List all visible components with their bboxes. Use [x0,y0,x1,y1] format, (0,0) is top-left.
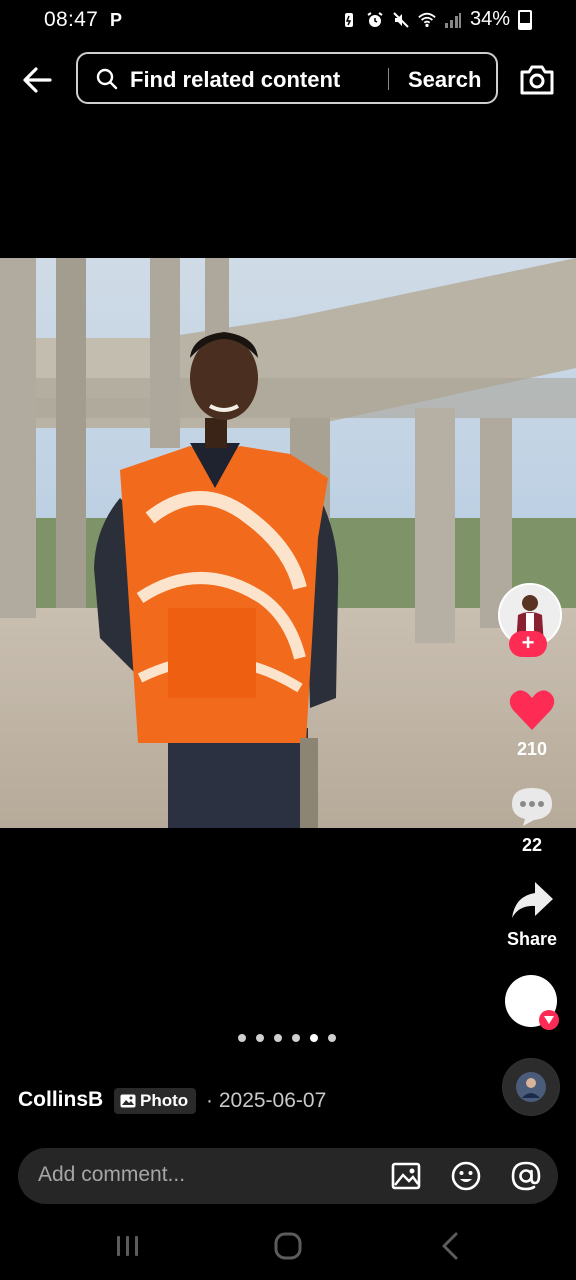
photo-icon [120,1094,136,1108]
mute-icon [393,11,409,28]
status-icons: 34% [340,8,532,31]
system-nav-bar [0,1212,576,1280]
post-photo[interactable] [0,258,576,828]
emoji-icon[interactable] [450,1160,482,1192]
date-value: 2025-06-07 [218,1089,327,1112]
alarm-icon [367,11,383,27]
author-avatar-button[interactable]: + [498,583,562,657]
slide-dot-active [310,1034,318,1042]
back-nav-icon[interactable] [432,1228,468,1264]
battery-icon [518,9,532,30]
recents-icon[interactable] [110,1228,146,1264]
slide-dot [238,1034,246,1042]
post-date: · 2025-06-07 [206,1089,326,1113]
parking-app-icon: P [110,10,123,30]
search-divider [388,68,389,90]
comment-input[interactable]: Add comment... [38,1163,185,1187]
photo-badge-label: Photo [140,1091,189,1110]
sound-disc-icon[interactable] [504,974,560,1030]
slide-dot [328,1034,336,1042]
photo-badge: Photo [114,1088,197,1114]
battery-saver-icon [344,12,353,27]
search-icon [96,68,118,90]
back-arrow-icon[interactable] [20,62,56,98]
comment-input-bar[interactable]: Add comment... [18,1148,558,1204]
slide-indicator [238,1034,336,1042]
share-arrow-icon [512,882,553,918]
comment-button[interactable]: 22 [494,784,570,856]
search-bar[interactable]: Find related content Search [76,52,498,104]
search-button[interactable]: Search [408,67,481,93]
photo-image [0,258,576,828]
search-input[interactable]: Find related content [130,67,340,93]
slide-dot [292,1034,300,1042]
slide-dot [274,1034,282,1042]
signal-icon [444,12,461,28]
comment-bubble-icon [512,788,552,826]
like-button[interactable]: 210 [494,688,570,760]
mention-icon[interactable] [510,1160,542,1192]
follow-button[interactable]: + [509,631,547,657]
original-sound-avatar[interactable] [502,1058,560,1116]
camera-icon[interactable] [518,62,556,98]
share-label: Share [506,929,558,949]
like-count: 210 [516,739,548,759]
heart-icon [509,690,555,730]
share-button[interactable]: Share [494,880,570,950]
slide-dot [256,1034,264,1042]
home-icon[interactable] [270,1228,306,1264]
sound-avatar-image [503,1059,559,1115]
author-username[interactable]: CollinsB [18,1088,103,1112]
date-separator: · [206,1089,213,1112]
comment-count: 22 [521,835,543,855]
status-time: 08:47 [44,8,99,31]
wifi-icon [418,12,436,27]
image-picker-icon[interactable] [390,1160,422,1192]
battery-percent: 34% [469,8,510,30]
status-bar: 08:47 P 34% [0,0,576,42]
